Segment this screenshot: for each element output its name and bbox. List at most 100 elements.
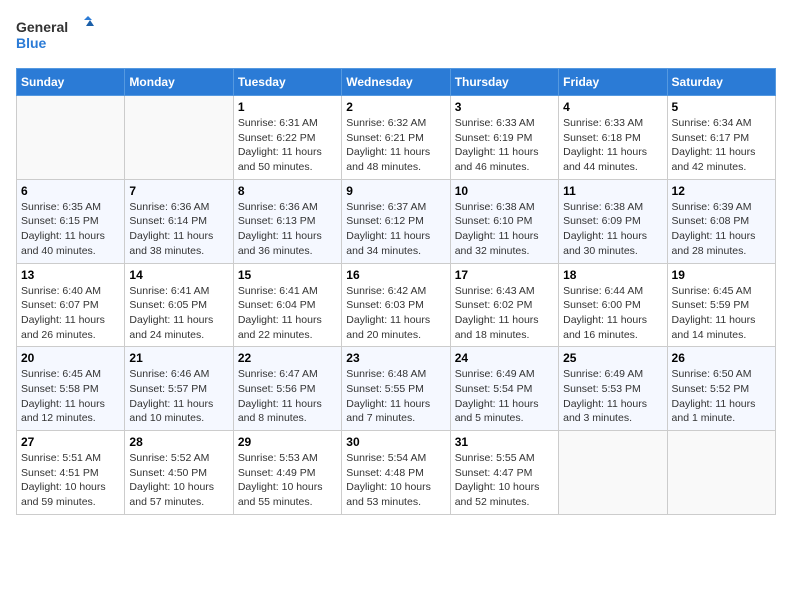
weekday-header-sunday: Sunday (17, 69, 125, 96)
calendar-cell: 17Sunrise: 6:43 AM Sunset: 6:02 PM Dayli… (450, 263, 558, 347)
day-info: Sunrise: 6:32 AM Sunset: 6:21 PM Dayligh… (346, 116, 445, 175)
day-info: Sunrise: 6:46 AM Sunset: 5:57 PM Dayligh… (129, 367, 228, 426)
calendar-cell: 21 Sunrise: 6:46 AM Sunset: 5:57 PM Dayli… (125, 347, 233, 431)
calendar-cell (667, 431, 775, 515)
day-number: 15 (238, 268, 337, 282)
day-number: 7 (129, 184, 228, 198)
day-info: Sunrise: 6:38 AM Sunset: 6:10 PM Dayligh… (455, 200, 554, 259)
weekday-header-wednesday: Wednesday (342, 69, 450, 96)
calendar-week-row: 6 Sunrise: 6:35 AM Sunset: 6:15 PM Daylig… (17, 179, 776, 263)
calendar-cell: 22 Sunrise: 6:47 AM Sunset: 5:56 PM Dayli… (233, 347, 341, 431)
weekday-header-row: SundayMondayTuesdayWednesdayThursdayFrid… (17, 69, 776, 96)
calendar-cell: 25 Sunrise: 6:49 AM Sunset: 5:53 PM Dayli… (559, 347, 667, 431)
calendar-cell: 13Sunrise: 6:40 AM Sunset: 6:07 PM Dayli… (17, 263, 125, 347)
calendar-cell (17, 96, 125, 180)
weekday-header-thursday: Thursday (450, 69, 558, 96)
day-number: 20 (21, 351, 120, 365)
day-number: 8 (238, 184, 337, 198)
day-number: 12 (672, 184, 771, 198)
day-number: 28 (129, 435, 228, 449)
day-number: 25 (563, 351, 662, 365)
day-number: 31 (455, 435, 554, 449)
calendar-cell (125, 96, 233, 180)
day-info: Sunrise: 6:49 AM Sunset: 5:54 PM Dayligh… (455, 367, 554, 426)
calendar-cell: 7 Sunrise: 6:36 AM Sunset: 6:14 PM Daylig… (125, 179, 233, 263)
day-info: Sunrise: 6:38 AM Sunset: 6:09 PM Dayligh… (563, 200, 662, 259)
calendar-cell: 6 Sunrise: 6:35 AM Sunset: 6:15 PM Daylig… (17, 179, 125, 263)
day-number: 16 (346, 268, 445, 282)
calendar-table: SundayMondayTuesdayWednesdayThursdayFrid… (16, 68, 776, 515)
day-info: Sunrise: 6:43 AM Sunset: 6:02 PM Dayligh… (455, 284, 554, 343)
calendar-cell: 26Sunrise: 6:50 AM Sunset: 5:52 PM Dayli… (667, 347, 775, 431)
day-info: Sunrise: 6:33 AM Sunset: 6:18 PM Dayligh… (563, 116, 662, 175)
calendar-cell: 20Sunrise: 6:45 AM Sunset: 5:58 PM Dayli… (17, 347, 125, 431)
calendar-cell: 4Sunrise: 6:33 AM Sunset: 6:18 PM Daylig… (559, 96, 667, 180)
day-number: 30 (346, 435, 445, 449)
day-number: 9 (346, 184, 445, 198)
calendar-cell: 3 Sunrise: 6:33 AM Sunset: 6:19 PM Daylig… (450, 96, 558, 180)
day-number: 11 (563, 184, 662, 198)
day-info: Sunrise: 6:34 AM Sunset: 6:17 PM Dayligh… (672, 116, 771, 175)
day-number: 21 (129, 351, 228, 365)
day-number: 6 (21, 184, 120, 198)
day-number: 3 (455, 100, 554, 114)
calendar-week-row: 13Sunrise: 6:40 AM Sunset: 6:07 PM Dayli… (17, 263, 776, 347)
day-info: Sunrise: 5:53 AM Sunset: 4:49 PM Dayligh… (238, 451, 337, 510)
calendar-cell (559, 431, 667, 515)
page-header: General Blue (16, 16, 776, 56)
day-number: 2 (346, 100, 445, 114)
calendar-cell: 15 Sunrise: 6:41 AM Sunset: 6:04 PM Dayli… (233, 263, 341, 347)
calendar-cell: 28 Sunrise: 5:52 AM Sunset: 4:50 PM Dayli… (125, 431, 233, 515)
calendar-cell: 5 Sunrise: 6:34 AM Sunset: 6:17 PM Daylig… (667, 96, 775, 180)
calendar-body: 1Sunrise: 6:31 AM Sunset: 6:22 PM Daylig… (17, 96, 776, 515)
day-number: 5 (672, 100, 771, 114)
day-info: Sunrise: 6:44 AM Sunset: 6:00 PM Dayligh… (563, 284, 662, 343)
calendar-cell: 2 Sunrise: 6:32 AM Sunset: 6:21 PM Daylig… (342, 96, 450, 180)
day-info: Sunrise: 6:33 AM Sunset: 6:19 PM Dayligh… (455, 116, 554, 175)
day-number: 23 (346, 351, 445, 365)
calendar-cell: 10 Sunrise: 6:38 AM Sunset: 6:10 PM Dayli… (450, 179, 558, 263)
day-number: 1 (238, 100, 337, 114)
day-info: Sunrise: 6:39 AM Sunset: 6:08 PM Dayligh… (672, 200, 771, 259)
day-info: Sunrise: 6:41 AM Sunset: 6:05 PM Dayligh… (129, 284, 228, 343)
day-info: Sunrise: 6:47 AM Sunset: 5:56 PM Dayligh… (238, 367, 337, 426)
day-number: 13 (21, 268, 120, 282)
calendar-cell: 8Sunrise: 6:36 AM Sunset: 6:13 PM Daylig… (233, 179, 341, 263)
day-info: Sunrise: 6:35 AM Sunset: 6:15 PM Dayligh… (21, 200, 120, 259)
calendar-cell: 16 Sunrise: 6:42 AM Sunset: 6:03 PM Dayli… (342, 263, 450, 347)
day-number: 19 (672, 268, 771, 282)
calendar-cell: 1Sunrise: 6:31 AM Sunset: 6:22 PM Daylig… (233, 96, 341, 180)
day-info: Sunrise: 6:49 AM Sunset: 5:53 PM Dayligh… (563, 367, 662, 426)
day-info: Sunrise: 6:36 AM Sunset: 6:14 PM Dayligh… (129, 200, 228, 259)
logo: General Blue (16, 16, 96, 56)
weekday-header-friday: Friday (559, 69, 667, 96)
day-info: Sunrise: 6:50 AM Sunset: 5:52 PM Dayligh… (672, 367, 771, 426)
day-number: 14 (129, 268, 228, 282)
weekday-header-monday: Monday (125, 69, 233, 96)
day-number: 18 (563, 268, 662, 282)
weekday-header-tuesday: Tuesday (233, 69, 341, 96)
day-number: 10 (455, 184, 554, 198)
svg-text:General: General (16, 19, 68, 35)
day-info: Sunrise: 5:52 AM Sunset: 4:50 PM Dayligh… (129, 451, 228, 510)
day-info: Sunrise: 6:37 AM Sunset: 6:12 PM Dayligh… (346, 200, 445, 259)
calendar-cell: 12 Sunrise: 6:39 AM Sunset: 6:08 PM Dayli… (667, 179, 775, 263)
calendar-cell: 18 Sunrise: 6:44 AM Sunset: 6:00 PM Dayli… (559, 263, 667, 347)
weekday-header-saturday: Saturday (667, 69, 775, 96)
day-info: Sunrise: 6:42 AM Sunset: 6:03 PM Dayligh… (346, 284, 445, 343)
calendar-cell: 29 Sunrise: 5:53 AM Sunset: 4:49 PM Dayli… (233, 431, 341, 515)
calendar-cell: 19Sunrise: 6:45 AM Sunset: 5:59 PM Dayli… (667, 263, 775, 347)
day-info: Sunrise: 5:54 AM Sunset: 4:48 PM Dayligh… (346, 451, 445, 510)
day-info: Sunrise: 5:51 AM Sunset: 4:51 PM Dayligh… (21, 451, 120, 510)
calendar-cell: 30 Sunrise: 5:54 AM Sunset: 4:48 PM Dayli… (342, 431, 450, 515)
day-info: Sunrise: 6:48 AM Sunset: 5:55 PM Dayligh… (346, 367, 445, 426)
calendar-week-row: 27Sunrise: 5:51 AM Sunset: 4:51 PM Dayli… (17, 431, 776, 515)
calendar-cell: 14 Sunrise: 6:41 AM Sunset: 6:05 PM Dayli… (125, 263, 233, 347)
day-info: Sunrise: 5:55 AM Sunset: 4:47 PM Dayligh… (455, 451, 554, 510)
day-info: Sunrise: 6:41 AM Sunset: 6:04 PM Dayligh… (238, 284, 337, 343)
calendar-cell: 23 Sunrise: 6:48 AM Sunset: 5:55 PM Dayli… (342, 347, 450, 431)
calendar-cell: 24Sunrise: 6:49 AM Sunset: 5:54 PM Dayli… (450, 347, 558, 431)
day-number: 22 (238, 351, 337, 365)
day-number: 29 (238, 435, 337, 449)
logo-svg: General Blue (16, 16, 96, 56)
